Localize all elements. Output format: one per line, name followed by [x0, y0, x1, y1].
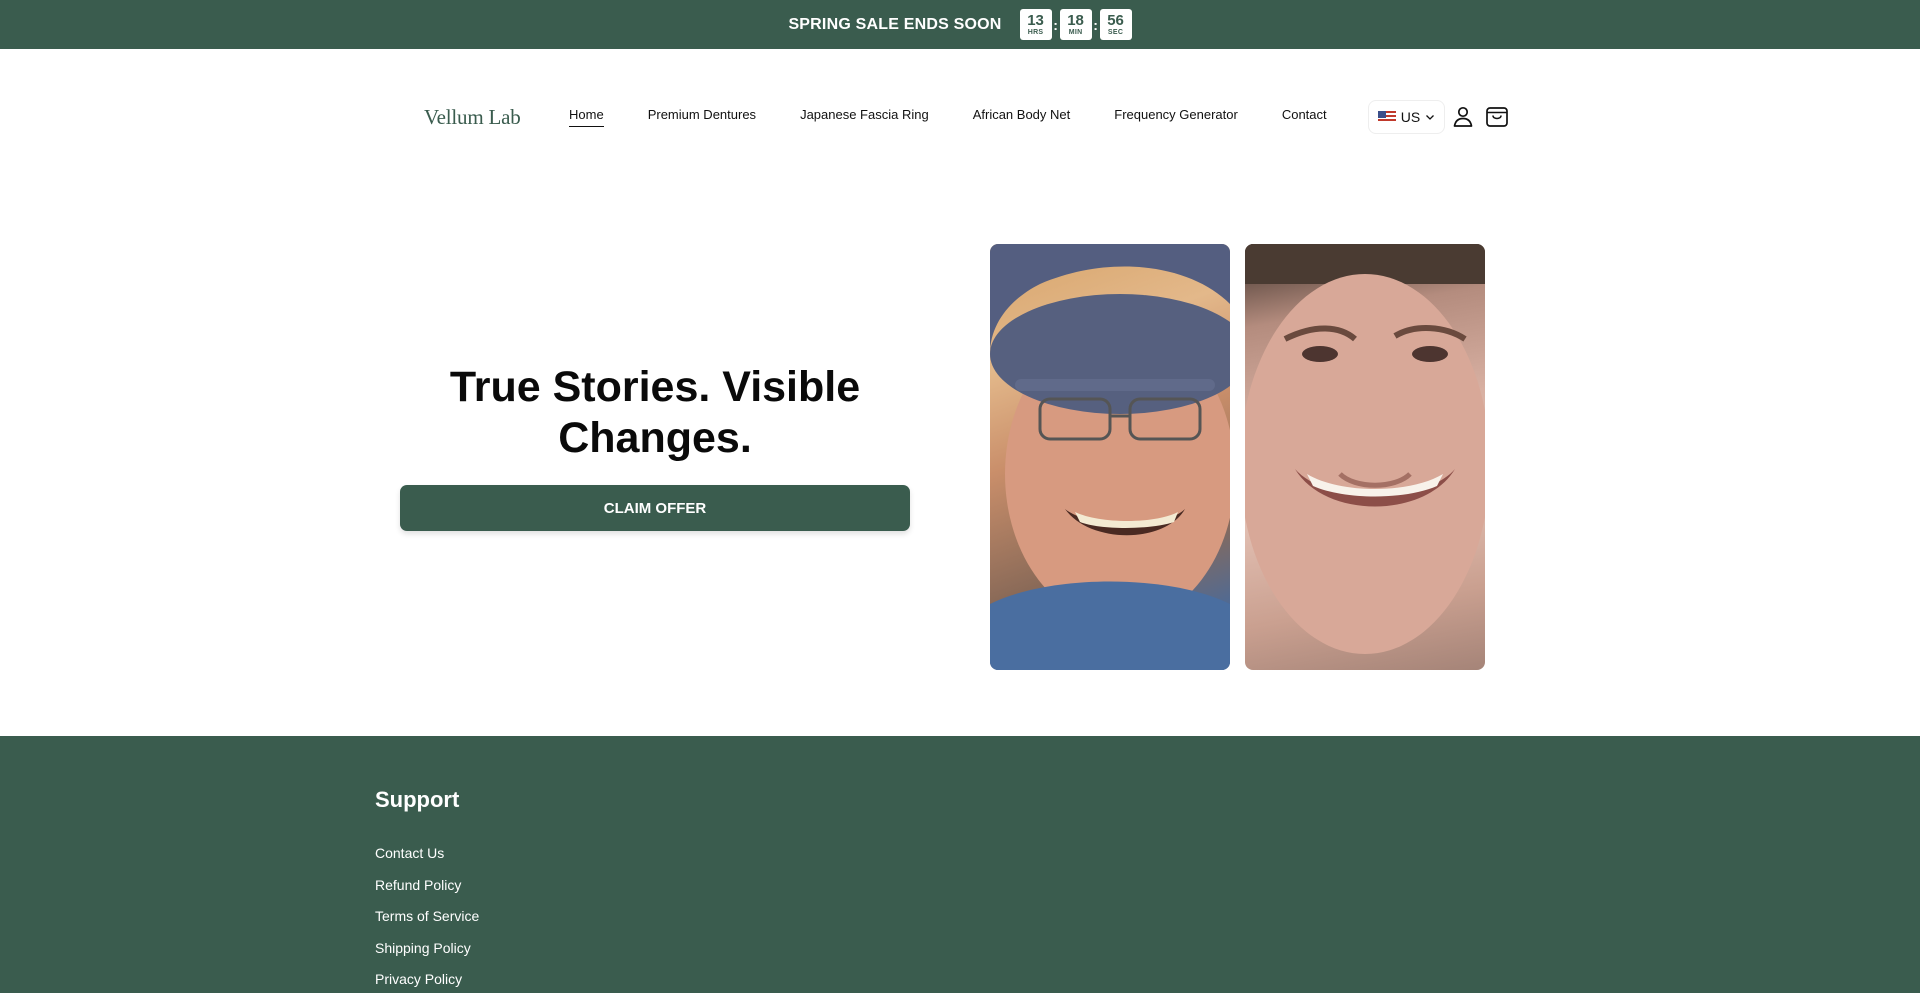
footer-link-privacy-policy[interactable]: Privacy Policy — [375, 964, 479, 996]
countdown-timer: 13 HRS : 18 MIN : 56 SEC — [1019, 9, 1132, 40]
locale-selector[interactable]: US — [1368, 100, 1445, 134]
nav-item-japanese-fascia-ring[interactable]: Japanese Fascia Ring — [800, 107, 929, 127]
nav-item-african-body-net[interactable]: African Body Net — [973, 107, 1071, 127]
user-icon — [1453, 106, 1473, 127]
timer-seconds-label: SEC — [1107, 28, 1124, 36]
us-flag-icon — [1377, 111, 1396, 123]
timer-hours: 13 HRS — [1019, 9, 1052, 40]
timer-seconds-value: 56 — [1107, 11, 1124, 29]
footer-heading-support: Support — [375, 787, 460, 812]
testimonial-photo-woman-art — [1245, 244, 1485, 654]
sale-text: SPRING SALE ENDS SOON — [788, 15, 1002, 33]
main-nav: Home Premium Dentures Japanese Fascia Ri… — [569, 107, 1371, 127]
nav-item-frequency-generator[interactable]: Frequency Generator — [1114, 107, 1238, 127]
footer-link-refund-policy[interactable]: Refund Policy — [375, 870, 479, 902]
site-logo[interactable]: Vellum Lab — [424, 105, 521, 130]
timer-separator: : — [1053, 16, 1058, 33]
footer-link-shipping-policy[interactable]: Shipping Policy — [375, 933, 479, 965]
nav-item-contact[interactable]: Contact — [1282, 107, 1327, 127]
testimonial-photo-man-art — [990, 244, 1230, 670]
shopping-bag-icon — [1486, 107, 1508, 127]
footer-link-terms-of-service[interactable]: Terms of Service — [375, 901, 479, 933]
timer-minutes-value: 18 — [1067, 11, 1084, 29]
testimonial-photo-man — [990, 244, 1230, 670]
claim-offer-button[interactable]: CLAIM OFFER — [400, 485, 910, 531]
hero-title: True Stories. Visible Changes. — [449, 363, 861, 462]
account-button[interactable] — [1449, 102, 1477, 130]
site-header: Vellum Lab Home Premium Dentures Japanes… — [0, 49, 1920, 184]
timer-separator: : — [1093, 16, 1098, 33]
timer-seconds: 56 SEC — [1099, 9, 1132, 40]
nav-item-premium-dentures[interactable]: Premium Dentures — [648, 107, 756, 127]
footer-link-contact-us[interactable]: Contact Us — [375, 838, 479, 870]
locale-label: US — [1400, 109, 1421, 125]
timer-hours-value: 13 — [1027, 11, 1044, 29]
cart-button[interactable] — [1483, 102, 1511, 130]
timer-minutes-label: MIN — [1068, 28, 1083, 36]
footer-links: Contact Us Refund Policy Terms of Servic… — [375, 838, 479, 996]
timer-hours-label: HRS — [1027, 28, 1044, 36]
announcement-bar: SPRING SALE ENDS SOON 13 HRS : 18 MIN : … — [0, 0, 1920, 49]
timer-minutes: 18 MIN — [1059, 9, 1092, 40]
site-footer: Support Contact Us Refund Policy Terms o… — [0, 736, 1920, 993]
nav-item-home[interactable]: Home — [569, 107, 604, 127]
testimonial-photo-woman — [1245, 244, 1485, 670]
chevron-down-icon — [1426, 115, 1435, 120]
